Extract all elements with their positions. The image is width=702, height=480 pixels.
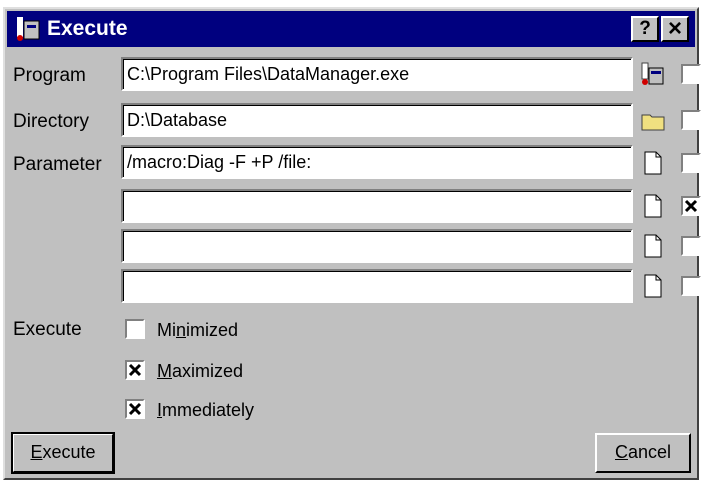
parameter-checkbox-1[interactable] <box>681 153 701 173</box>
parameter-input-2[interactable] <box>127 194 623 218</box>
minimized-label[interactable]: Minimized <box>157 320 238 341</box>
program-checkbox[interactable] <box>681 64 701 84</box>
help-button[interactable]: ? <box>631 16 659 42</box>
parameter-checkbox-4[interactable] <box>681 276 701 296</box>
close-button[interactable]: × <box>661 16 689 42</box>
parameter-label: Parameter <box>13 154 102 175</box>
check-mark-icon <box>684 199 698 213</box>
execute-dialog: Execute ? × Program Directory Parameter <box>3 7 701 480</box>
parameter-field-4[interactable] <box>121 269 633 303</box>
parameter-field-1[interactable] <box>121 145 633 179</box>
immediately-checkbox[interactable] <box>125 399 145 419</box>
document-icon[interactable] <box>641 274 665 298</box>
document-icon[interactable] <box>641 234 665 258</box>
parameter-field-3[interactable] <box>121 229 633 263</box>
parameter-input-1[interactable] <box>127 150 623 174</box>
directory-label: Directory <box>13 111 90 132</box>
program-input[interactable] <box>127 62 623 86</box>
program-field[interactable] <box>121 57 633 91</box>
directory-checkbox[interactable] <box>681 110 701 130</box>
directory-input[interactable] <box>127 108 623 132</box>
parameter-field-2[interactable] <box>121 189 633 223</box>
parameter-checkbox-2[interactable] <box>681 196 701 216</box>
parameter-input-3[interactable] <box>127 234 623 258</box>
parameter-input-4[interactable] <box>127 274 623 298</box>
cancel-button[interactable]: Cancel <box>595 433 691 473</box>
document-icon[interactable] <box>641 194 665 218</box>
immediately-label[interactable]: Immediately <box>157 400 254 421</box>
document-icon[interactable] <box>641 151 665 175</box>
minimized-checkbox[interactable] <box>125 319 145 339</box>
folder-icon[interactable] <box>641 109 665 133</box>
execute-button[interactable]: Execute <box>11 432 115 474</box>
program-browse-icon[interactable] <box>641 62 665 86</box>
title-bar[interactable]: Execute ? × <box>7 11 695 47</box>
maximized-checkbox[interactable] <box>125 360 145 380</box>
window-title: Execute <box>47 17 128 40</box>
parameter-checkbox-3[interactable] <box>681 236 701 256</box>
maximized-label[interactable]: Maximized <box>157 361 243 382</box>
execute-label: Execute <box>13 319 82 340</box>
directory-field[interactable] <box>121 103 633 137</box>
app-icon <box>17 17 40 41</box>
check-mark-icon <box>128 363 142 377</box>
program-label: Program <box>13 65 86 86</box>
check-mark-icon <box>128 402 142 416</box>
